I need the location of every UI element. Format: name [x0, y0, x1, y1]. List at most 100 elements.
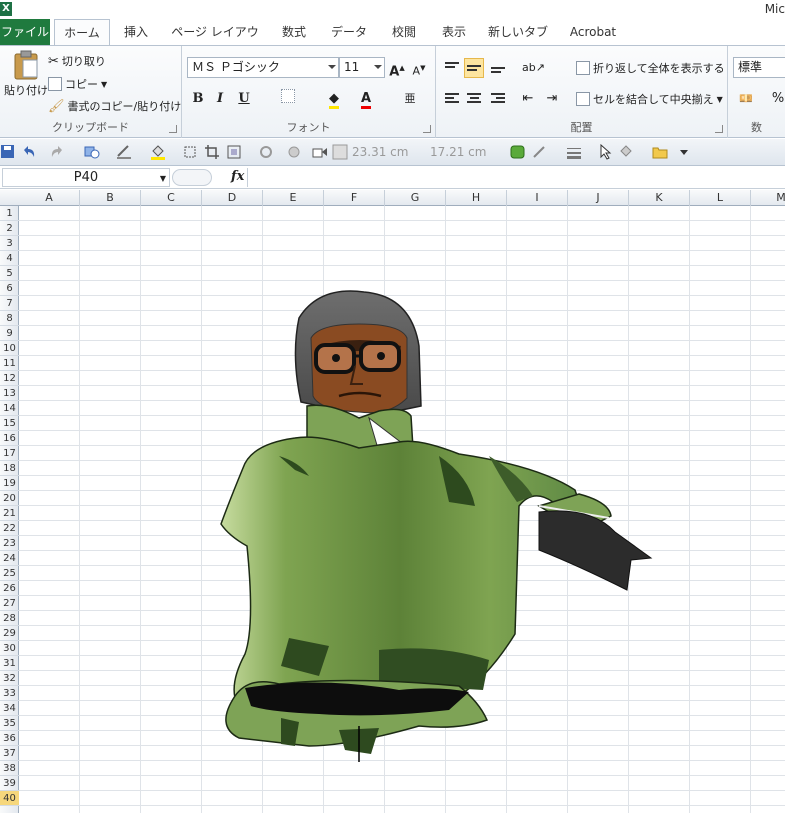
align-right-button[interactable]	[488, 89, 508, 109]
tab-8[interactable]: 新しいタブ	[486, 19, 550, 45]
row-header-35[interactable]: 35	[0, 716, 19, 731]
shape-style-icon[interactable]	[510, 144, 526, 160]
name-box[interactable]: P40 ▼	[2, 168, 170, 187]
shrink-font-button[interactable]: A▼	[409, 58, 429, 78]
row-header-6[interactable]: 6	[0, 281, 19, 296]
column-header-e[interactable]: E	[263, 190, 324, 206]
italic-button[interactable]: I	[210, 89, 230, 109]
column-header-k[interactable]: K	[629, 190, 690, 206]
underline-button[interactable]: U	[234, 89, 254, 109]
number-format-combo[interactable]: 標準	[733, 57, 785, 78]
row-header-28[interactable]: 28	[0, 611, 19, 626]
save-icon[interactable]	[0, 144, 16, 160]
merge-center-button[interactable]: セルを結合して中央揃え ▼	[576, 91, 723, 107]
row-header-39[interactable]: 39	[0, 776, 19, 791]
row-header-29[interactable]: 29	[0, 626, 19, 641]
row-header-31[interactable]: 31	[0, 656, 19, 671]
row-header-36[interactable]: 36	[0, 731, 19, 746]
tab-9[interactable]: Acrobat	[564, 19, 622, 45]
column-header-f[interactable]: F	[324, 190, 385, 206]
row-header-8[interactable]: 8	[0, 311, 19, 326]
group-icon[interactable]	[226, 144, 242, 160]
orientation-button[interactable]: ab↗	[522, 58, 545, 78]
row-header-30[interactable]: 30	[0, 641, 19, 656]
row-header-20[interactable]: 20	[0, 491, 19, 506]
undo-icon[interactable]	[20, 144, 36, 160]
borders-button[interactable]	[278, 89, 298, 109]
tab-0[interactable]: ファイル	[0, 19, 50, 45]
shapes-icon[interactable]	[84, 144, 100, 160]
row-header-5[interactable]: 5	[0, 266, 19, 281]
format-painter-button[interactable]: 🖌 書式のコピー/貼り付け	[48, 98, 181, 114]
row-header-3[interactable]: 3	[0, 236, 19, 251]
pointer-icon[interactable]	[598, 144, 614, 160]
row-header-21[interactable]: 21	[0, 506, 19, 521]
tab-4[interactable]: 数式	[274, 19, 314, 45]
row-header-25[interactable]: 25	[0, 566, 19, 581]
row-header-1[interactable]: 1	[0, 206, 19, 221]
row-header-26[interactable]: 26	[0, 581, 19, 596]
decrease-indent-button[interactable]: ⇤	[518, 89, 538, 109]
formula-bar-expander[interactable]	[172, 169, 212, 186]
formula-input[interactable]	[247, 168, 785, 187]
column-header-b[interactable]: B	[80, 190, 141, 206]
row-header-10[interactable]: 10	[0, 341, 19, 356]
font-size-combo[interactable]: 11	[339, 57, 385, 78]
row-header-24[interactable]: 24	[0, 551, 19, 566]
font-name-combo[interactable]: ＭＳ Ｐゴシック	[187, 57, 339, 78]
row-header-14[interactable]: 14	[0, 401, 19, 416]
line-style-icon[interactable]	[566, 144, 582, 160]
row-header-23[interactable]: 23	[0, 536, 19, 551]
select-objects-icon[interactable]	[182, 144, 198, 160]
row-header-7[interactable]: 7	[0, 296, 19, 311]
effects-icon[interactable]	[286, 144, 302, 160]
row-header-33[interactable]: 33	[0, 686, 19, 701]
column-header-c[interactable]: C	[141, 190, 202, 206]
align-top-button[interactable]	[442, 58, 462, 78]
row-header-4[interactable]: 4	[0, 251, 19, 266]
bring-forward-icon[interactable]	[312, 144, 328, 160]
copy-button[interactable]: コピー ▼	[48, 76, 107, 92]
line-color-icon[interactable]	[116, 144, 132, 160]
percent-button[interactable]: %	[768, 89, 785, 109]
row-header-38[interactable]: 38	[0, 761, 19, 776]
insert-function-icon[interactable]: fx	[231, 169, 244, 184]
open-folder-icon[interactable]	[652, 144, 668, 160]
column-header-h[interactable]: H	[446, 190, 507, 206]
clipboard-launcher-icon[interactable]	[169, 125, 177, 133]
row-header-18[interactable]: 18	[0, 461, 19, 476]
outline-pen-icon[interactable]	[532, 144, 548, 160]
crop-icon[interactable]	[204, 144, 220, 160]
wrap-text-button[interactable]: 折り返して全体を表示する	[576, 60, 725, 76]
column-header-i[interactable]: I	[507, 190, 568, 206]
row-header-17[interactable]: 17	[0, 446, 19, 461]
row-header-27[interactable]: 27	[0, 596, 19, 611]
row-header-22[interactable]: 22	[0, 521, 19, 536]
redo-icon[interactable]	[50, 144, 66, 160]
paint-icon[interactable]	[618, 144, 634, 160]
shape-width-field[interactable]: 23.31 cm	[352, 143, 422, 162]
column-header-m[interactable]: M	[751, 190, 785, 206]
row-header-15[interactable]: 15	[0, 416, 19, 431]
fill-bucket-icon[interactable]	[150, 144, 166, 160]
grow-font-button[interactable]: A▲	[387, 58, 407, 79]
row-header-19[interactable]: 19	[0, 476, 19, 491]
column-header-j[interactable]: J	[568, 190, 629, 206]
phonetic-button[interactable]: 亜	[400, 89, 420, 109]
paste-button[interactable]: 貼り付け	[4, 50, 48, 98]
align-center-button[interactable]	[464, 89, 484, 109]
row-header-9[interactable]: 9	[0, 326, 19, 341]
tab-5[interactable]: データ	[326, 19, 372, 45]
customize-toolbar-icon[interactable]	[676, 144, 692, 160]
row-header-11[interactable]: 11	[0, 356, 19, 371]
row-header-32[interactable]: 32	[0, 671, 19, 686]
tab-1[interactable]: ホーム	[54, 19, 110, 46]
row-header-16[interactable]: 16	[0, 431, 19, 446]
font-color-button[interactable]: A	[356, 89, 376, 109]
fill-color-button[interactable]: ◆	[324, 89, 344, 109]
row-header-2[interactable]: 2	[0, 221, 19, 236]
column-header-a[interactable]: A	[19, 190, 80, 206]
tab-2[interactable]: 挿入	[116, 19, 156, 45]
column-header-d[interactable]: D	[202, 190, 263, 206]
increase-indent-button[interactable]: ⇥	[542, 89, 562, 109]
